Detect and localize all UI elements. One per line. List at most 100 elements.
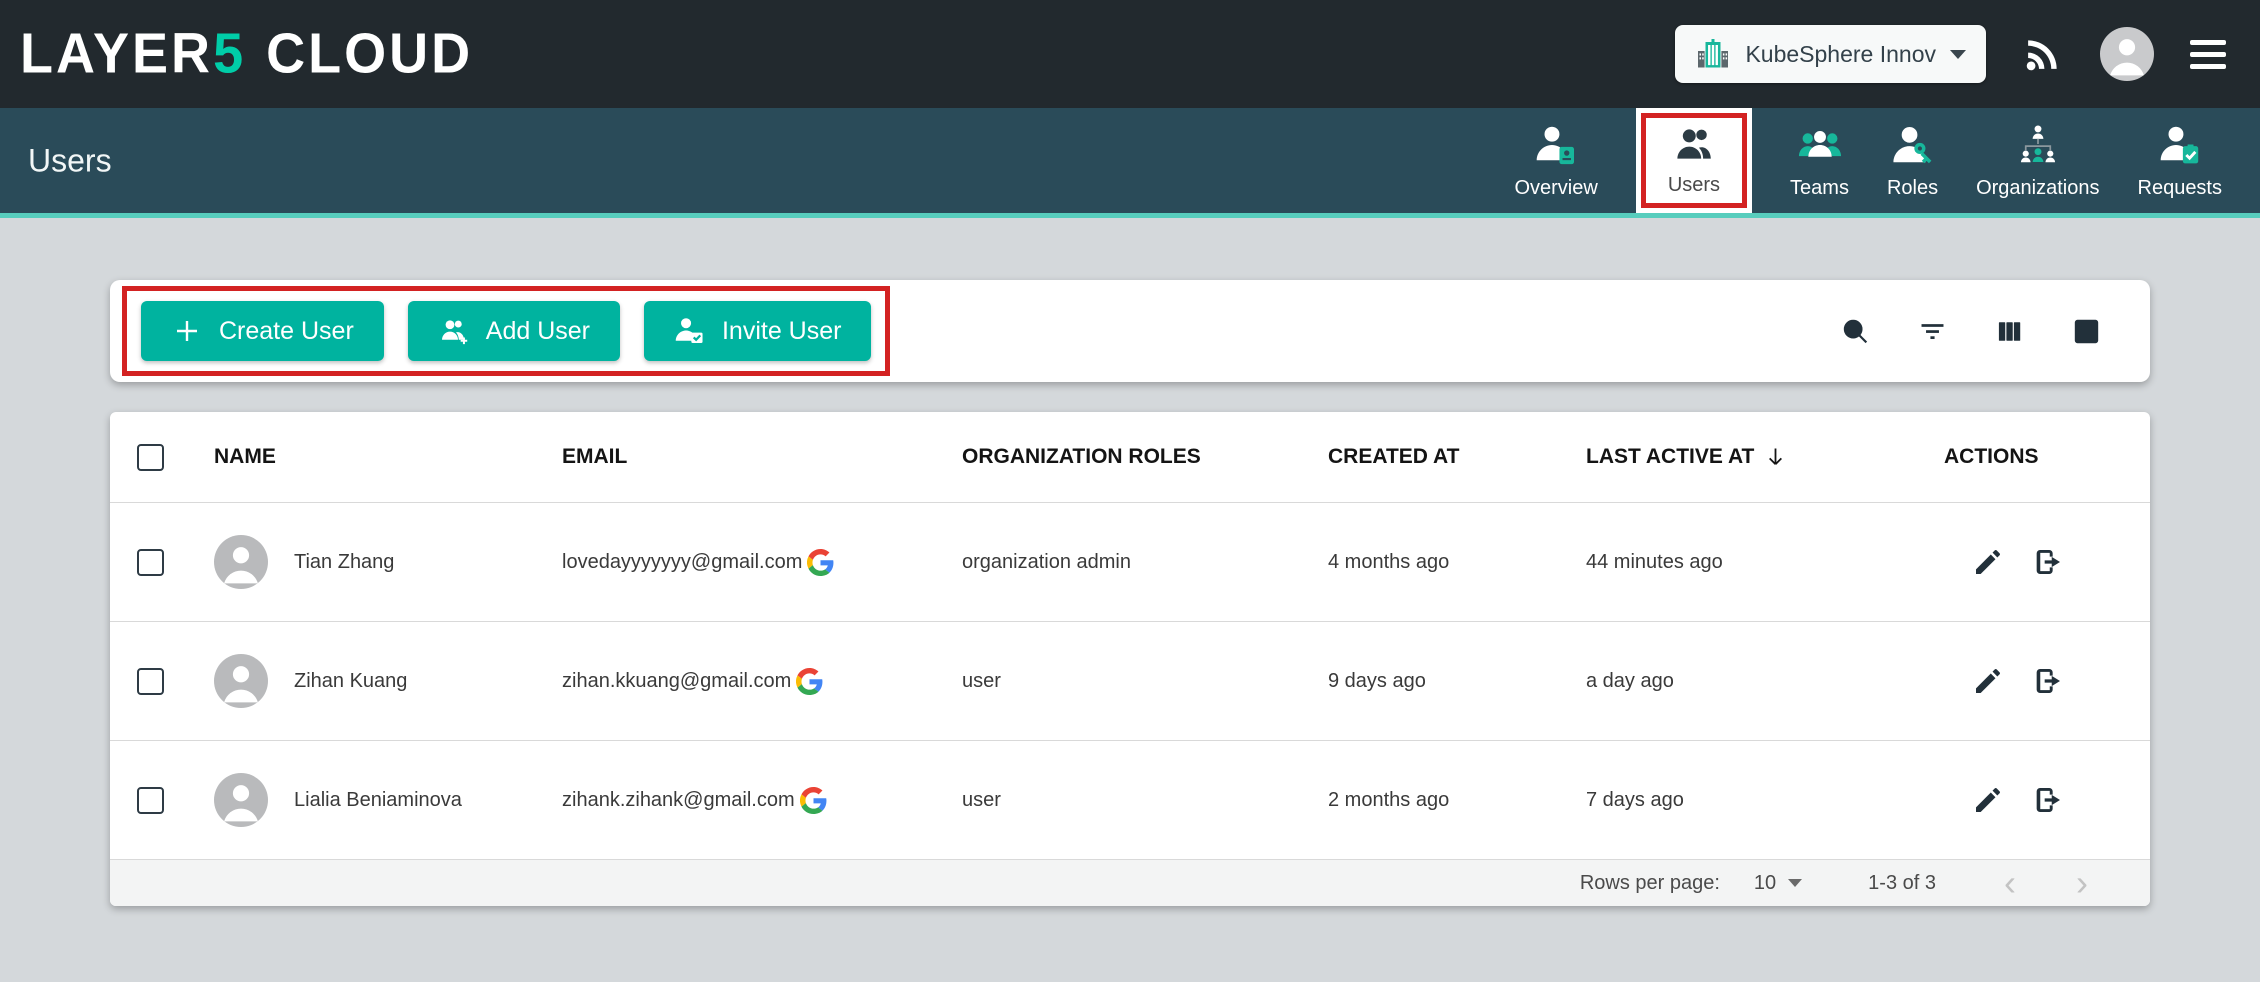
building-icon bbox=[1695, 36, 1731, 72]
teams-group-icon bbox=[1797, 122, 1843, 168]
column-header-name[interactable]: NAME bbox=[190, 445, 538, 469]
organization-selector[interactable]: KubeSphere Innov bbox=[1675, 25, 1986, 83]
user-name: Zihan Kuang bbox=[294, 670, 407, 693]
column-header-org-roles[interactable]: ORGANIZATION ROLES bbox=[938, 445, 1304, 469]
edit-user-icon[interactable] bbox=[1972, 546, 2004, 578]
edit-user-icon[interactable] bbox=[1972, 784, 2004, 816]
nav-label: Organizations bbox=[1976, 177, 2099, 200]
nav-item-teams[interactable]: Teams bbox=[1790, 108, 1849, 213]
roles-person-key-icon bbox=[1890, 122, 1936, 168]
filter-icon[interactable] bbox=[1917, 316, 1948, 347]
column-header-last-active-at[interactable]: LAST ACTIVE AT bbox=[1562, 444, 1920, 471]
table-row: Lialia Beniaminova zihank.zihank@gmail.c… bbox=[110, 740, 2150, 859]
remove-user-icon[interactable] bbox=[2032, 784, 2064, 816]
users-people-icon bbox=[1671, 124, 1717, 166]
overview-person-badge-icon bbox=[1533, 122, 1579, 168]
rows-per-page-label: Rows per page: bbox=[1580, 872, 1720, 895]
feed-button[interactable] bbox=[2022, 33, 2064, 75]
table-row: Zihan Kuang zihan.kkuang@gmail.com user … bbox=[110, 621, 2150, 740]
invite-user-button[interactable]: Invite User bbox=[644, 301, 871, 361]
remove-user-icon[interactable] bbox=[2032, 665, 2064, 697]
created-at: 4 months ago bbox=[1304, 551, 1562, 574]
org-roles: organization admin bbox=[938, 551, 1304, 574]
logo-accent-5: 5 bbox=[213, 22, 246, 86]
app-header: LAYER5 CLOUD KubeSphere Innov bbox=[0, 0, 2260, 108]
org-roles: user bbox=[938, 789, 1304, 812]
nav-item-users[interactable]: Users bbox=[1636, 108, 1752, 213]
hamburger-menu-icon bbox=[2190, 40, 2226, 69]
previous-page-button[interactable]: ‹ bbox=[2000, 865, 2020, 901]
search-icon[interactable] bbox=[1840, 316, 1871, 347]
nav-label: Requests bbox=[2138, 177, 2223, 200]
person-invite-icon bbox=[674, 315, 706, 347]
user-avatar bbox=[214, 535, 268, 589]
last-active-at: 7 days ago bbox=[1562, 789, 1920, 812]
user-name: Lialia Beniaminova bbox=[294, 789, 462, 812]
requests-person-clipboard-icon bbox=[2157, 122, 2203, 168]
layer5-cloud-logo: LAYER5 CLOUD bbox=[20, 22, 473, 86]
chevron-down-icon bbox=[1950, 50, 1966, 59]
last-active-at: 44 minutes ago bbox=[1562, 551, 1920, 574]
nav-item-requests[interactable]: Requests bbox=[2138, 108, 2223, 213]
next-page-button[interactable]: › bbox=[2072, 865, 2092, 901]
chevron-down-icon bbox=[1788, 879, 1802, 887]
user-email: zihan.kkuang@gmail.com bbox=[562, 670, 791, 693]
user-name: Tian Zhang bbox=[294, 551, 394, 574]
logo-part1: LAYER bbox=[20, 22, 213, 86]
user-avatar bbox=[214, 654, 268, 708]
organizations-hierarchy-icon bbox=[2015, 122, 2061, 168]
row-checkbox[interactable] bbox=[137, 668, 164, 695]
org-selector-label: KubeSphere Innov bbox=[1745, 41, 1936, 68]
row-checkbox[interactable] bbox=[137, 549, 164, 576]
user-email: zihank.zihank@gmail.com bbox=[562, 789, 795, 812]
invite-user-label: Invite User bbox=[722, 317, 841, 346]
person-add-icon bbox=[438, 315, 470, 347]
logo-part2: CLOUD bbox=[266, 22, 473, 86]
created-at: 9 days ago bbox=[1304, 670, 1562, 693]
column-header-actions: ACTIONS bbox=[1920, 445, 2150, 469]
pagination-range: 1-3 of 3 bbox=[1868, 872, 1936, 895]
user-avatar bbox=[214, 773, 268, 827]
org-roles: user bbox=[938, 670, 1304, 693]
section-nav-bar: Users Overview Users bbox=[0, 108, 2260, 218]
user-avatar bbox=[2100, 27, 2154, 81]
column-header-email[interactable]: EMAIL bbox=[538, 445, 938, 469]
grid-view-icon[interactable] bbox=[2071, 316, 2102, 347]
nav-label: Overview bbox=[1514, 177, 1597, 200]
google-provider-icon bbox=[800, 787, 827, 814]
create-user-label: Create User bbox=[219, 317, 354, 346]
nav-label: Teams bbox=[1790, 177, 1849, 200]
user-menu-button[interactable] bbox=[2100, 27, 2154, 81]
column-view-icon[interactable] bbox=[1994, 316, 2025, 347]
table-header-row: NAME EMAIL ORGANIZATION ROLES CREATED AT… bbox=[110, 412, 2150, 502]
rss-icon bbox=[2022, 33, 2064, 75]
users-table: NAME EMAIL ORGANIZATION ROLES CREATED AT… bbox=[110, 412, 2150, 906]
row-checkbox[interactable] bbox=[137, 787, 164, 814]
google-provider-icon bbox=[796, 668, 823, 695]
table-row: Tian Zhang lovedayyyyyyy@gmail.com organ… bbox=[110, 502, 2150, 621]
main-menu-button[interactable] bbox=[2190, 40, 2226, 69]
column-header-created-at[interactable]: CREATED AT bbox=[1304, 445, 1562, 469]
add-user-label: Add User bbox=[486, 317, 590, 346]
rows-per-page-select[interactable]: 10 bbox=[1754, 872, 1802, 895]
user-email: lovedayyyyyyy@gmail.com bbox=[562, 551, 802, 574]
last-active-at: a day ago bbox=[1562, 670, 1920, 693]
remove-user-icon[interactable] bbox=[2032, 546, 2064, 578]
edit-user-icon[interactable] bbox=[1972, 665, 2004, 697]
annotation-red-box-buttons: Create User Add User Invite User bbox=[122, 286, 890, 376]
nav-item-roles[interactable]: Roles bbox=[1887, 108, 1938, 213]
add-user-button[interactable]: Add User bbox=[408, 301, 620, 361]
nav-label: Users bbox=[1668, 174, 1720, 197]
users-toolbar: Create User Add User Invite User bbox=[110, 280, 2150, 382]
google-provider-icon bbox=[807, 549, 834, 576]
table-pagination: Rows per page: 10 1-3 of 3 ‹ › bbox=[110, 859, 2150, 906]
annotation-red-box-users-tab: Users bbox=[1641, 113, 1747, 208]
nav-label: Roles bbox=[1887, 177, 1938, 200]
sort-desc-arrow-icon bbox=[1762, 444, 1789, 471]
plus-icon bbox=[171, 315, 203, 347]
select-all-checkbox[interactable] bbox=[137, 444, 164, 471]
rows-per-page-value: 10 bbox=[1754, 872, 1776, 895]
nav-item-organizations[interactable]: Organizations bbox=[1976, 108, 2099, 213]
create-user-button[interactable]: Create User bbox=[141, 301, 384, 361]
nav-item-overview[interactable]: Overview bbox=[1514, 108, 1597, 213]
